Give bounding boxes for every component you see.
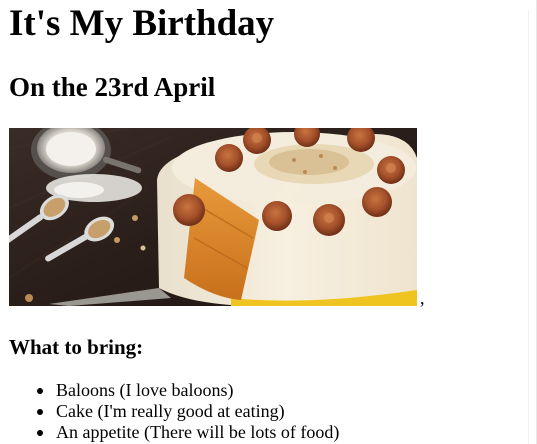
web-page: It's My Birthday On the 23rd April , Wha… <box>0 0 537 444</box>
scrollbar-divider <box>528 10 529 444</box>
list-item-text: Baloons (I love baloons) <box>56 380 234 400</box>
list-item: Cake (I'm really good at eating) <box>37 401 339 422</box>
photo-container: , <box>9 128 439 308</box>
birthday-cake-image <box>9 128 417 306</box>
date-heading: On the 23rd April <box>9 72 216 102</box>
list-item: Baloons (I love baloons) <box>37 380 339 401</box>
page-title: It's My Birthday <box>9 3 275 44</box>
bullet-icon <box>37 430 43 436</box>
bring-heading: What to bring: <box>9 335 144 359</box>
bullet-icon <box>37 409 43 415</box>
bring-list: Baloons (I love baloons) Cake (I'm reall… <box>9 380 339 443</box>
list-item-text: An appetite (There will be lots of food) <box>56 422 340 442</box>
bullet-icon <box>37 388 43 394</box>
list-item: An appetite (There will be lots of food) <box>37 422 340 443</box>
list-item-text: Cake (I'm really good at eating) <box>56 401 285 421</box>
trailing-comma: , <box>420 288 425 308</box>
